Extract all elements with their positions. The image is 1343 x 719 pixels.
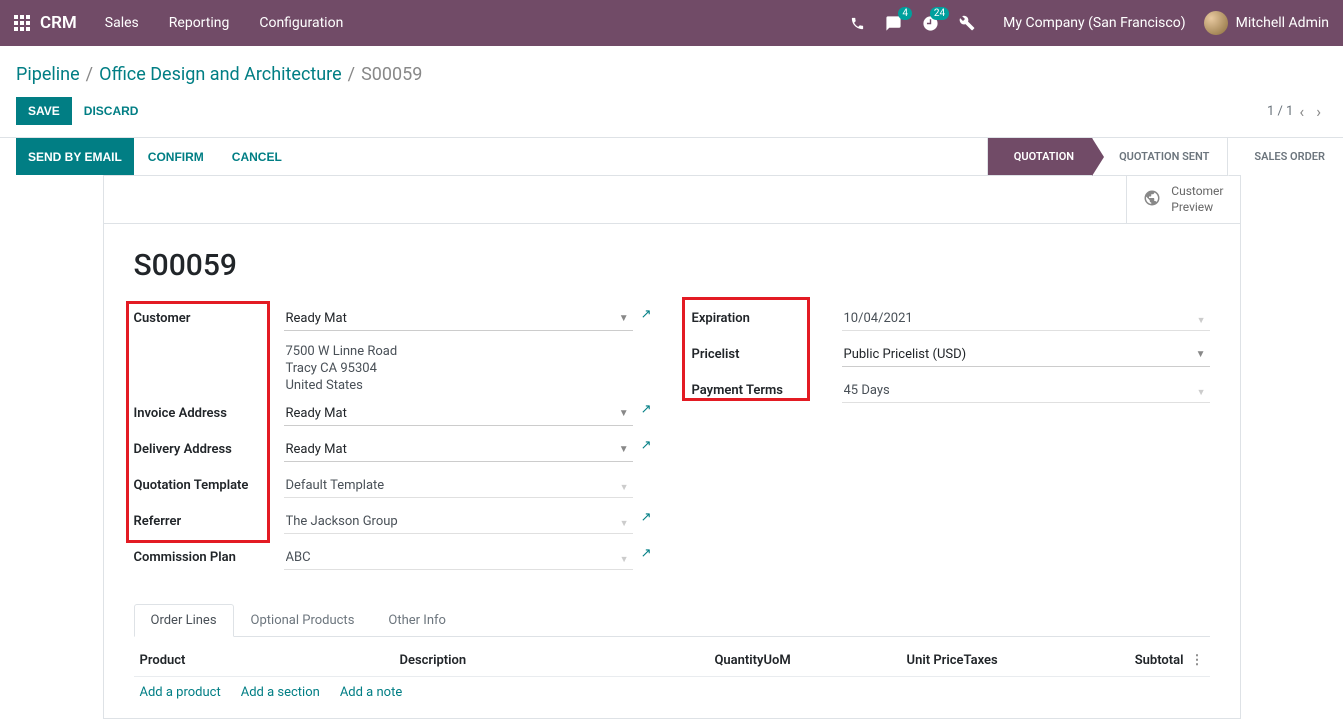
chevron-down-icon[interactable]: ▼: [620, 518, 629, 529]
col-taxes: Taxes: [964, 653, 1084, 668]
customer-preview-label: Customer Preview: [1171, 184, 1223, 215]
chevron-down-icon[interactable]: ▼: [1196, 349, 1206, 360]
pager-prev-icon[interactable]: ‹: [1293, 98, 1310, 125]
activity-icon[interactable]: 24: [922, 15, 939, 32]
menu-reporting[interactable]: Reporting: [169, 15, 230, 31]
col-unit-price: Unit Price: [864, 653, 964, 668]
customer-preview-button[interactable]: Customer Preview: [1126, 176, 1239, 223]
pager-next-icon[interactable]: ›: [1310, 98, 1327, 125]
customer-field[interactable]: [284, 307, 633, 331]
external-link-icon[interactable]: ↗: [641, 438, 652, 462]
breadcrumb-pipeline[interactable]: Pipeline: [16, 64, 80, 85]
chevron-down-icon[interactable]: ▼: [619, 408, 629, 419]
send-email-button[interactable]: SEND BY EMAIL: [16, 138, 134, 175]
tab-order-lines[interactable]: Order Lines: [134, 604, 234, 637]
chevron-down-icon[interactable]: ▼: [619, 444, 629, 455]
col-uom: UoM: [764, 653, 864, 668]
form-sheet: Customer Preview S00059 Customer ▼ ↗: [103, 175, 1241, 719]
pricelist-field[interactable]: [842, 343, 1210, 367]
app-brand[interactable]: CRM: [40, 13, 77, 33]
status-bar: SEND BY EMAIL CONFIRM CANCEL QUOTATION Q…: [0, 137, 1343, 175]
step-quotation-sent[interactable]: QUOTATION SENT: [1092, 138, 1227, 175]
breadcrumb-opportunity[interactable]: Office Design and Architecture: [99, 64, 342, 85]
col-quantity: Quantity: [664, 653, 764, 668]
invoice-address-field[interactable]: [284, 402, 633, 426]
commission-plan-field[interactable]: [284, 546, 633, 570]
col-product: Product: [140, 653, 400, 668]
tab-optional-products[interactable]: Optional Products: [234, 604, 372, 637]
kebab-icon[interactable]: ⋮: [1184, 653, 1204, 668]
add-section-link[interactable]: Add a section: [241, 685, 320, 700]
referrer-field[interactable]: [284, 510, 633, 534]
external-link-icon[interactable]: ↗: [641, 307, 652, 322]
globe-icon: [1143, 189, 1161, 210]
col-subtotal: Subtotal: [1084, 653, 1184, 668]
company-switcher[interactable]: My Company (San Francisco): [1003, 15, 1185, 31]
tab-other-info[interactable]: Other Info: [371, 604, 463, 637]
apps-icon[interactable]: [14, 15, 30, 31]
discard-button[interactable]: DISCARD: [84, 97, 139, 125]
step-quotation[interactable]: QUOTATION: [987, 138, 1092, 175]
tabs: Order Lines Optional Products Other Info: [134, 604, 1210, 637]
quotation-template-field[interactable]: [284, 474, 633, 498]
messages-badge: 4: [898, 7, 912, 20]
pager-text: 1 / 1: [1267, 104, 1293, 119]
order-lines-table: Product Description Quantity UoM Unit Pr…: [134, 645, 1210, 708]
action-row: SAVE DISCARD 1 / 1 ‹ ›: [0, 97, 1343, 137]
expiration-field[interactable]: [842, 307, 1210, 331]
external-link-icon[interactable]: ↗: [641, 510, 652, 534]
phone-icon[interactable]: [850, 16, 865, 31]
chevron-down-icon[interactable]: ▼: [1197, 387, 1206, 398]
chevron-down-icon[interactable]: ▼: [620, 554, 629, 565]
highlight-left: [126, 301, 270, 543]
save-button[interactable]: SAVE: [16, 97, 72, 125]
highlight-right: [682, 297, 810, 401]
user-name: Mitchell Admin: [1236, 15, 1329, 31]
chevron-down-icon[interactable]: ▼: [620, 482, 629, 493]
cancel-button[interactable]: CANCEL: [218, 150, 296, 164]
payment-terms-field[interactable]: [842, 379, 1210, 403]
external-link-icon[interactable]: ↗: [641, 402, 652, 426]
col-description: Description: [400, 653, 664, 668]
chevron-down-icon[interactable]: ▼: [1197, 315, 1206, 326]
right-column: Expiration ▼ Pricelist ▼ Payment Terms: [692, 307, 1210, 582]
address-line-3: United States: [284, 377, 652, 394]
breadcrumb-current: S00059: [361, 64, 422, 85]
step-sales-order[interactable]: SALES ORDER: [1227, 138, 1343, 175]
confirm-button[interactable]: CONFIRM: [134, 150, 218, 164]
debug-icon[interactable]: [959, 15, 975, 31]
top-navbar: CRM Sales Reporting Configuration 4 24 M…: [0, 0, 1343, 46]
delivery-address-field[interactable]: [284, 438, 633, 462]
record-title: S00059: [134, 248, 1210, 283]
sheet-buttons: Customer Preview: [104, 176, 1240, 224]
add-note-link[interactable]: Add a note: [340, 685, 402, 700]
pager: 1 / 1 ‹ ›: [1267, 98, 1327, 125]
user-menu[interactable]: Mitchell Admin: [1204, 11, 1329, 35]
menu-sales[interactable]: Sales: [105, 15, 139, 31]
messages-icon[interactable]: 4: [885, 15, 902, 32]
status-steps: QUOTATION QUOTATION SENT SALES ORDER: [987, 138, 1343, 175]
menu-configuration[interactable]: Configuration: [259, 15, 343, 31]
user-avatar: [1204, 11, 1228, 35]
label-commission-plan: Commission Plan: [134, 546, 284, 565]
address-line-2: Tracy CA 95304: [284, 360, 652, 377]
chevron-down-icon[interactable]: ▼: [619, 313, 629, 324]
external-link-icon[interactable]: ↗: [641, 546, 652, 570]
add-product-link[interactable]: Add a product: [140, 685, 221, 700]
address-line-1: 7500 W Linne Road: [284, 343, 652, 360]
activity-badge: 24: [930, 7, 949, 20]
breadcrumb: Pipeline / Office Design and Architectur…: [0, 46, 1343, 97]
